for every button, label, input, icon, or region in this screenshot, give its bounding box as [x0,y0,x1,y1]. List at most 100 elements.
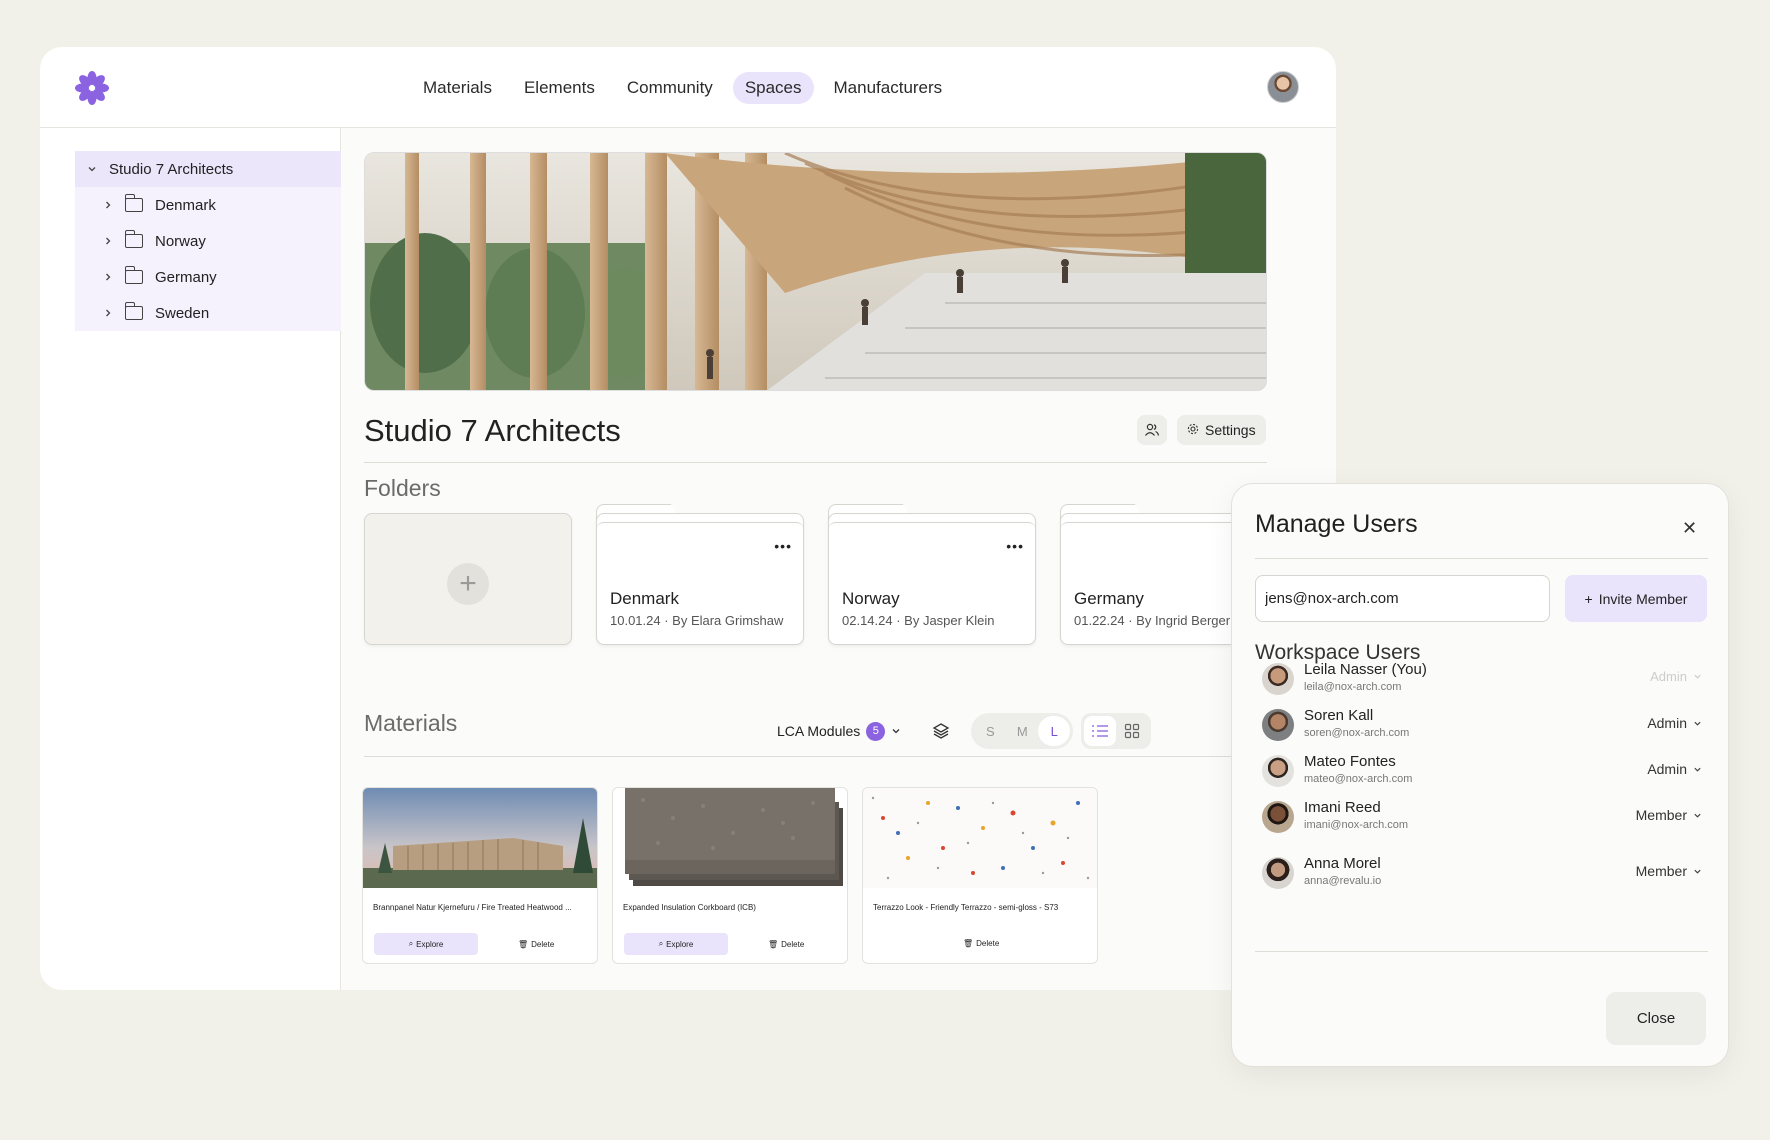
tree-item-label: Sweden [155,304,210,322]
manage-users-button[interactable] [1137,415,1167,445]
chevron-down-icon [1693,715,1702,731]
nav-spaces[interactable]: Spaces [732,72,814,104]
folder-name: Germany [1074,589,1144,608]
nav-community[interactable]: Community [615,72,725,104]
add-folder-card[interactable]: + [364,504,572,645]
delete-label: Delete [976,938,1000,948]
folder-card-norway[interactable]: ••• Norway 02.14.24 · By Jasper Klein [828,504,1036,645]
tree-item-label: Denmark [155,196,216,214]
invite-label: Invite Member [1598,590,1688,607]
lca-modules-dropdown[interactable]: LCA Modules 5 [777,721,901,741]
manage-users-modal: Manage Users ✕ + Invite Member Workspace… [1231,483,1729,1067]
delete-button[interactable]: 🗑 Delete [518,933,554,955]
folders-heading: Folders [364,475,441,501]
size-l-option[interactable]: L [1038,716,1071,746]
role-label: Admin [1650,669,1687,684]
main-nav: Materials Elements Community Spaces Manu… [411,72,954,104]
material-title: Terrazzo Look - Friendly Terrazzo - semi… [873,903,1059,912]
tree-item-label: Germany [155,268,217,286]
gear-icon [1187,422,1199,438]
avatar [1262,801,1294,833]
user-name: Soren Kall [1304,707,1374,724]
materials-heading: Materials [364,710,458,736]
role-dropdown[interactable]: Admin [1647,715,1702,731]
folder-card-denmark[interactable]: ••• Denmark 10.01.24 · By Elara Grimshaw [596,504,804,645]
chevron-right-icon[interactable] [101,198,115,212]
chevron-down-icon [1693,669,1702,684]
folder-icon [124,266,143,284]
view-toggle [1081,713,1152,749]
size-s-option[interactable]: S [974,716,1006,746]
material-card[interactable]: Brannpanel Natur Kjernefuru / Fire Treat… [362,787,598,964]
tree-item-denmark[interactable]: Denmark [75,187,341,223]
avatar [1262,755,1294,787]
divider [364,462,1267,463]
chevron-down-icon [1693,761,1702,777]
role-dropdown[interactable]: Member [1636,863,1702,879]
user-name: Mateo Fontes [1304,753,1396,770]
user-avatar[interactable] [1267,71,1299,103]
explore-label: Explore [416,939,444,949]
explore-button[interactable]: ⌕ Explore [374,933,478,955]
divider [364,756,1267,757]
folder-icon [124,194,143,212]
more-options-icon[interactable]: ••• [1006,538,1024,554]
material-image [863,788,1097,888]
size-m-option[interactable]: M [1006,716,1038,746]
chevron-down-icon [1693,807,1702,823]
main-content: Studio 7 Architects Settings Folders + •… [341,128,1336,990]
more-options-icon[interactable]: ••• [774,538,792,554]
nav-elements[interactable]: Elements [512,72,607,104]
tree-item-label: Norway [155,232,206,250]
tree-item-root[interactable]: Studio 7 Architects [75,151,341,187]
explore-label: Explore [666,939,694,949]
grid-view-icon[interactable] [1116,716,1148,746]
folder-name: Norway [842,589,900,608]
nav-manufacturers[interactable]: Manufacturers [822,72,955,104]
delete-button[interactable]: 🗑 Delete [768,933,804,955]
lca-count-badge: 5 [866,721,886,741]
delete-button[interactable]: 🗑 Delete [963,932,999,954]
trash-icon: 🗑 [768,939,779,949]
material-card[interactable]: Terrazzo Look - Friendly Terrazzo - semi… [862,787,1098,964]
close-icon[interactable]: ✕ [1682,518,1697,539]
chevron-right-icon[interactable] [101,270,115,284]
role-dropdown[interactable]: Member [1636,807,1702,823]
user-email: anna@revalu.io [1304,875,1382,887]
tree-item-germany[interactable]: Germany [75,259,341,295]
tree-item-sweden[interactable]: Sweden [75,295,341,331]
user-row: Soren Kall soren@nox-arch.com Admin [1262,705,1702,745]
material-title: Expanded Insulation Corkboard (ICB) [623,903,756,912]
chevron-down-icon [891,723,901,739]
plus-icon[interactable]: + [447,563,489,605]
folder-icon [124,302,143,320]
chevron-down-icon[interactable] [85,162,99,176]
layers-icon[interactable] [931,721,951,741]
users-icon [1145,423,1160,436]
chevron-right-icon[interactable] [101,306,115,320]
tree-root-label: Studio 7 Architects [109,160,234,178]
folder-meta: 02.14.24 · By Jasper Klein [842,613,995,628]
folder-name: Denmark [610,589,679,608]
folder-meta: 01.22.24 · By Ingrid Berger [1074,613,1231,628]
material-card[interactable]: Expanded Insulation Corkboard (ICB) ⌕ Ex… [612,787,848,964]
material-image [613,788,847,888]
chevron-right-icon[interactable] [101,234,115,248]
nav-materials[interactable]: Materials [411,72,504,104]
explore-button[interactable]: ⌕ Explore [624,933,728,955]
role-dropdown[interactable]: Admin [1647,761,1702,777]
tree-item-norway[interactable]: Norway [75,223,341,259]
settings-button[interactable]: Settings [1177,415,1266,445]
list-view-icon[interactable] [1084,716,1117,746]
avatar [1262,857,1294,889]
role-label: Member [1635,863,1687,879]
close-button[interactable]: Close [1606,992,1706,1045]
invite-email-input[interactable] [1255,575,1550,622]
invite-member-button[interactable]: + Invite Member [1565,575,1707,622]
plus-icon: + [1584,590,1593,607]
folder-tree: Studio 7 Architects Denmark Norway Germa… [75,151,341,331]
avatar [1262,709,1294,741]
logo-icon[interactable] [74,70,110,106]
user-name: Imani Reed [1304,799,1381,816]
settings-label: Settings [1205,422,1256,438]
